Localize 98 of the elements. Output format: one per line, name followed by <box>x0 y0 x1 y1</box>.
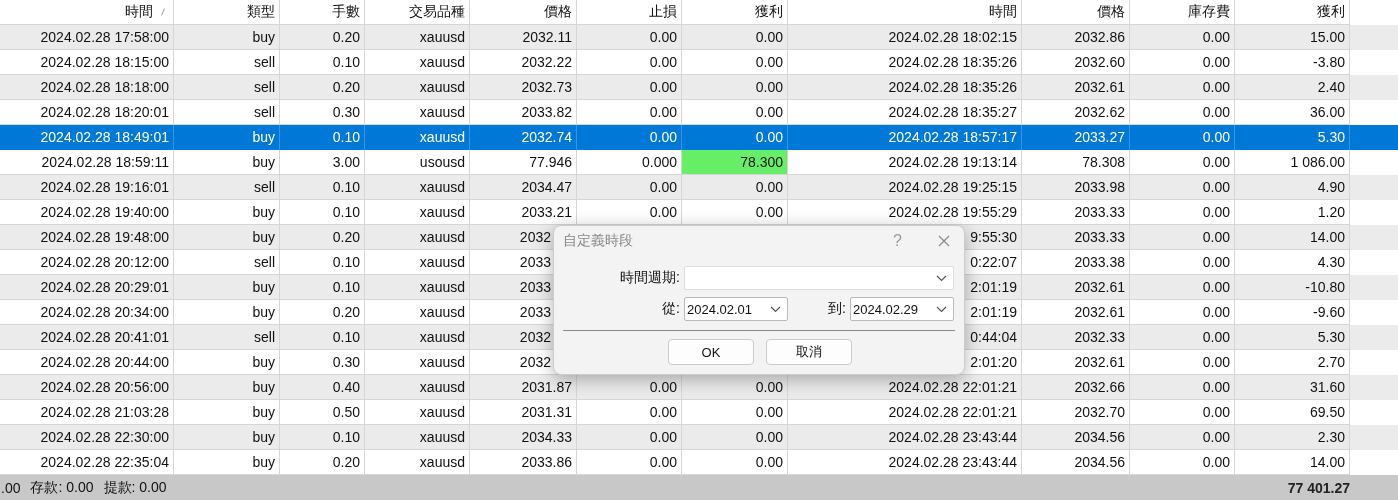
table-cell: 2034.47 <box>470 175 577 200</box>
table-cell: xauusd <box>365 25 470 50</box>
table-cell: 0.00 <box>682 25 788 50</box>
table-cell: buy <box>174 125 280 150</box>
table-cell[interactable]: 2024.02.28 22:30:00 <box>0 425 174 450</box>
table-cell: 2033.98 <box>1022 175 1130 200</box>
table-cell: 2.30 <box>1235 425 1350 450</box>
status-text: 提款: 0.00 <box>103 478 167 497</box>
table-cell: xauusd <box>365 175 470 200</box>
table-cell: 2033.33 <box>1022 225 1130 250</box>
table-cell: 2.40 <box>1235 75 1350 100</box>
table-cell: 2024.02.28 18:35:26 <box>788 75 1022 100</box>
table-cell: sell <box>174 175 280 200</box>
table-cell: 0.10 <box>280 125 365 150</box>
from-label: 從: <box>661 300 681 318</box>
table-cell: 0.10 <box>280 425 365 450</box>
table-cell: 0.20 <box>280 25 365 50</box>
status-text: .00 <box>1 479 21 496</box>
table-cell: 0.00 <box>682 425 788 450</box>
table-cell: 2032.61 <box>1022 75 1130 100</box>
table-cell: -10.80 <box>1235 275 1350 300</box>
table-cell: 2024.02.28 23:43:44 <box>788 425 1022 450</box>
to-label: 到: <box>827 300 847 318</box>
table-cell[interactable]: 2024.02.28 18:18:00 <box>0 75 174 100</box>
to-date-dropdown[interactable]: 2024.02.29 <box>850 297 954 321</box>
table-cell: 0.00 <box>577 75 682 100</box>
close-icon[interactable] <box>938 235 950 247</box>
table-cell: 0.00 <box>577 425 682 450</box>
table-cell: 0.00 <box>1130 275 1235 300</box>
table-cell[interactable]: 2024.02.28 19:16:01 <box>0 175 174 200</box>
chevron-down-icon <box>936 305 947 313</box>
table-cell: 0.00 <box>1130 75 1235 100</box>
table-cell: buy <box>174 375 280 400</box>
period-label: 時間週期: <box>619 269 681 287</box>
table-cell: 5.30 <box>1235 125 1350 150</box>
table-cell: 0.00 <box>1130 425 1235 450</box>
table-cell: 0.20 <box>280 225 365 250</box>
table-cell: 0.00 <box>1130 125 1235 150</box>
table-cell: xauusd <box>365 375 470 400</box>
table-cell[interactable]: 2024.02.28 17:58:00 <box>0 25 174 50</box>
table-cell: 2034.56 <box>1022 425 1130 450</box>
table-cell: 0.10 <box>280 175 365 200</box>
total-profit: 77 401.27 <box>1287 479 1350 496</box>
chevron-down-icon <box>770 305 781 313</box>
table-cell: xauusd <box>365 425 470 450</box>
table-cell: 2032.86 <box>1022 25 1130 50</box>
table-cell: 2032.33 <box>1022 325 1130 350</box>
table-cell: 0.00 <box>1130 375 1235 400</box>
from-date-dropdown[interactable]: 2024.02.01 <box>684 297 788 321</box>
table-cell: 2024.02.28 18:57:17 <box>788 125 1022 150</box>
table-cell: 0.00 <box>682 175 788 200</box>
table-cell[interactable]: 2024.02.28 19:48:00 <box>0 225 174 250</box>
table-cell: 2032.74 <box>470 125 577 150</box>
table-cell: 2032.61 <box>1022 275 1130 300</box>
table-cell: 0.10 <box>280 325 365 350</box>
table-cell: xauusd <box>365 325 470 350</box>
table-cell: 2024.02.28 19:25:15 <box>788 175 1022 200</box>
status-text: 存款: 0.00 <box>30 478 94 497</box>
table-cell: 0.00 <box>1130 175 1235 200</box>
cancel-button[interactable]: 取消 <box>766 339 852 365</box>
table-cell: 2032.73 <box>470 75 577 100</box>
table-cell: 31.60 <box>1235 375 1350 400</box>
table-cell: 0.00 <box>1130 325 1235 350</box>
table-cell: 0.00 <box>577 25 682 50</box>
table-cell: buy <box>174 225 280 250</box>
table-cell: 2024.02.28 18:02:15 <box>788 25 1022 50</box>
table-cell: 2034.33 <box>470 425 577 450</box>
ok-button[interactable]: OK <box>668 339 754 365</box>
table-cell: 78.300 <box>682 150 788 175</box>
table-cell: 5.30 <box>1235 325 1350 350</box>
table-cell: 0.10 <box>280 275 365 300</box>
table-cell: sell <box>174 325 280 350</box>
table-cell: 0.00 <box>577 125 682 150</box>
table-cell: 2032.11 <box>470 25 577 50</box>
table-cell[interactable]: 2024.02.28 20:41:01 <box>0 325 174 350</box>
table-cell: 15.00 <box>1235 25 1350 50</box>
table-cell: 0.00 <box>577 175 682 200</box>
table-cell: xauusd <box>365 125 470 150</box>
table-cell[interactable]: 2024.02.28 20:56:00 <box>0 375 174 400</box>
table-cell: 14.00 <box>1235 225 1350 250</box>
table-cell: xauusd <box>365 225 470 250</box>
chevron-down-icon <box>936 274 947 282</box>
table-cell[interactable]: 2024.02.28 18:49:01 <box>0 125 174 150</box>
table-cell: xauusd <box>365 75 470 100</box>
table-cell: 0.40 <box>280 375 365 400</box>
table-cell: 0.20 <box>280 75 365 100</box>
table-cell[interactable]: 2024.02.28 20:29:01 <box>0 275 174 300</box>
table-cell: xauusd <box>365 275 470 300</box>
table-cell: buy <box>174 425 280 450</box>
table-cell: buy <box>174 25 280 50</box>
table-cell: 0.00 <box>682 75 788 100</box>
table-cell: 0.00 <box>1130 25 1235 50</box>
table-cell: buy <box>174 275 280 300</box>
table-cell: 4.90 <box>1235 175 1350 200</box>
table-cell: 2032.66 <box>1022 375 1130 400</box>
table-cell: 0.00 <box>1130 225 1235 250</box>
table-cell: sell <box>174 75 280 100</box>
table-cell: 2033.27 <box>1022 125 1130 150</box>
